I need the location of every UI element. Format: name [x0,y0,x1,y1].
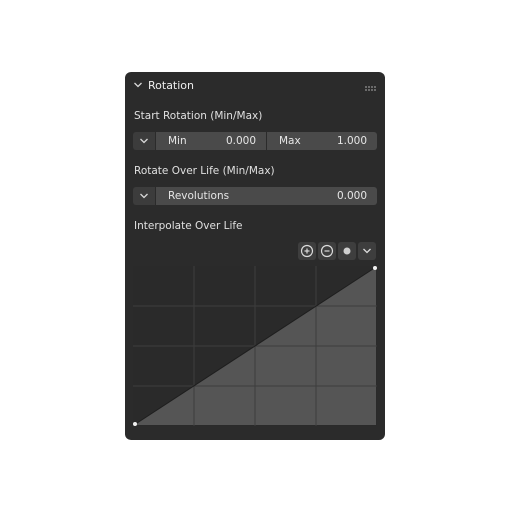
curve-graph[interactable] [133,266,377,426]
start-rotation-row: Min 0.000 Max 1.000 [133,132,377,150]
revolutions-value: 0.000 [336,190,367,202]
curve-editor[interactable] [133,266,377,426]
panel-title: Rotation [148,78,195,92]
revolutions-label: Revolutions [168,190,230,202]
curve-control-point[interactable] [133,422,137,426]
chevron-down-icon [140,193,148,199]
start-rotation-min-field[interactable]: Min 0.000 [156,132,266,150]
min-label: Min [168,135,187,147]
curve-toolbar [298,242,376,260]
rotate-over-life-label: Rotate Over Life (Min/Max) [134,165,275,177]
rotate-over-life-row: Revolutions 0.000 [133,187,377,205]
curve-options-dropdown[interactable] [358,242,376,260]
min-value: 0.000 [225,135,256,147]
zoom-in-icon [300,244,314,258]
max-value: 1.000 [336,135,367,147]
zoom-out-button[interactable] [318,242,336,260]
start-rotation-max-field[interactable]: Max 1.000 [267,132,377,150]
start-rotation-mode-dropdown[interactable] [133,132,155,150]
rotate-over-life-mode-dropdown[interactable] [133,187,155,205]
interpolate-over-life-label: Interpolate Over Life [134,220,243,232]
chevron-down-icon [140,138,148,144]
handle-icon [343,247,351,255]
curve-control-point[interactable] [373,266,377,270]
chevron-down-icon [363,248,371,254]
stage: Rotation Start Rotation (Min/Max) Min 0.… [0,0,512,512]
start-rotation-label: Start Rotation (Min/Max) [134,110,263,122]
max-label: Max [279,135,301,147]
zoom-out-icon [320,244,334,258]
panel-header[interactable]: Rotation [125,72,385,98]
drag-grip-icon[interactable] [365,82,377,91]
handle-type-button[interactable] [338,242,356,260]
collapse-chevron-icon[interactable] [133,80,143,90]
revolutions-field[interactable]: Revolutions 0.000 [156,187,377,205]
zoom-in-button[interactable] [298,242,316,260]
rotation-panel: Rotation Start Rotation (Min/Max) Min 0.… [125,72,385,440]
